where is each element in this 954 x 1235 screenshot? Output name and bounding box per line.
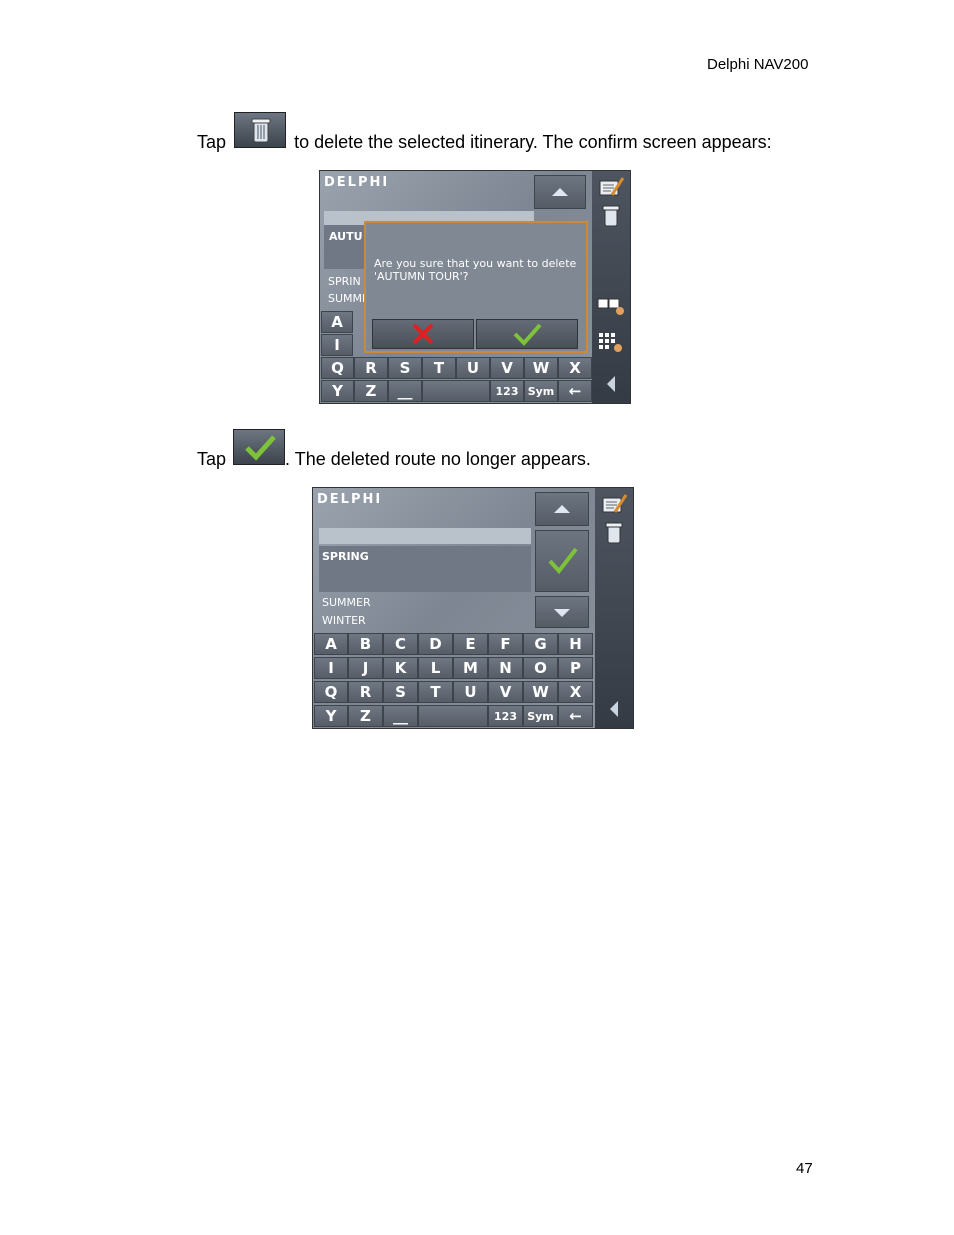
key[interactable]: G <box>523 633 558 655</box>
dialog-message: Are you sure that you want to delete 'AU… <box>374 257 577 283</box>
key[interactable]: D <box>418 633 453 655</box>
cross-icon <box>412 323 434 345</box>
list-selected-row[interactable]: SPRING <box>319 546 531 592</box>
list-item[interactable]: SUMMER <box>322 596 371 609</box>
numbers-key[interactable]: 123 <box>488 705 523 727</box>
trash-icon[interactable] <box>596 203 626 229</box>
running-header: Delphi NAV200 <box>707 56 809 73</box>
confirm-dialog: Are you sure that you want to delete 'AU… <box>364 221 588 353</box>
tap-label: Tap <box>197 132 227 152</box>
key[interactable]: V <box>488 681 523 703</box>
side-toolbar <box>592 171 630 403</box>
edit-icon[interactable] <box>596 175 626 201</box>
trash-icon <box>234 112 287 148</box>
instruction-delete: Tap to delete the selected itinerary. Th… <box>197 112 772 153</box>
key[interactable]: M <box>453 657 488 679</box>
delphi-logo: DELPHI <box>317 492 383 507</box>
key[interactable]: E <box>453 633 488 655</box>
instruction-confirm: Tap . The deleted route no longer appear… <box>197 429 591 470</box>
scroll-down-button[interactable] <box>535 596 589 628</box>
key[interactable]: Y <box>321 380 354 402</box>
key[interactable]: U <box>456 357 490 379</box>
key[interactable]: N <box>488 657 523 679</box>
backspace-key[interactable]: ← <box>558 380 592 402</box>
select-button[interactable] <box>535 530 589 592</box>
itinerary-list-screen: DELPHI SPRING SUMMER WINTER A B C D E F … <box>312 487 634 729</box>
blank-key[interactable] <box>418 705 488 727</box>
key[interactable]: T <box>418 681 453 703</box>
list-item[interactable]: SPRIN <box>328 275 361 288</box>
key[interactable]: R <box>348 681 383 703</box>
key[interactable]: K <box>383 657 418 679</box>
key[interactable]: W <box>523 681 558 703</box>
symbols-key[interactable]: Sym <box>524 380 558 402</box>
key[interactable]: Y <box>314 705 348 727</box>
key[interactable]: J <box>348 657 383 679</box>
list-selected-row[interactable]: AUTU <box>324 225 368 269</box>
instruction-text: . The deleted route no longer appears. <box>285 449 591 469</box>
grid-keypad-icon[interactable] <box>596 329 626 355</box>
checkmark-icon <box>513 323 542 346</box>
scroll-up-button[interactable] <box>534 175 586 209</box>
key[interactable]: U <box>453 681 488 703</box>
space-key[interactable]: __ <box>383 705 418 727</box>
arrow-down-icon <box>554 609 570 617</box>
key[interactable]: A <box>314 633 348 655</box>
arrow-up-icon <box>552 188 568 196</box>
key[interactable]: I <box>314 657 348 679</box>
checkmark-icon <box>233 429 286 465</box>
numbers-key[interactable]: 123 <box>490 380 524 402</box>
key[interactable]: Q <box>321 357 354 379</box>
backspace-key[interactable]: ← <box>558 705 593 727</box>
confirm-button[interactable] <box>476 319 578 349</box>
key[interactable]: W <box>524 357 558 379</box>
edit-icon[interactable] <box>599 492 629 518</box>
key[interactable]: S <box>388 357 422 379</box>
key[interactable]: Z <box>348 705 383 727</box>
symbols-key[interactable]: Sym <box>523 705 558 727</box>
key[interactable]: L <box>418 657 453 679</box>
key[interactable]: S <box>383 681 418 703</box>
key[interactable]: R <box>354 357 388 379</box>
key[interactable]: Z <box>354 380 388 402</box>
key[interactable]: A <box>321 311 353 333</box>
arrow-up-icon <box>554 505 570 513</box>
confirm-screen: DELPHI AUTU SPRIN SUMME A I Q R S T U V … <box>319 170 631 404</box>
delphi-logo: DELPHI <box>324 175 390 190</box>
key[interactable]: P <box>558 657 593 679</box>
key[interactable]: O <box>523 657 558 679</box>
list-item[interactable]: SUMME <box>328 292 369 305</box>
key[interactable]: V <box>490 357 524 379</box>
key[interactable]: X <box>558 681 593 703</box>
trash-icon[interactable] <box>599 520 629 546</box>
back-arrow-icon[interactable] <box>596 371 626 397</box>
tap-label: Tap <box>197 449 227 469</box>
key[interactable]: H <box>558 633 593 655</box>
space-key[interactable]: __ <box>388 380 422 402</box>
list-highlight <box>319 528 531 544</box>
key[interactable]: T <box>422 357 456 379</box>
keyboard-layout-icon[interactable] <box>596 293 626 319</box>
page-number: 47 <box>796 1160 813 1177</box>
key[interactable]: Q <box>314 681 348 703</box>
key[interactable]: F <box>488 633 523 655</box>
instruction-text: to delete the selected itinerary. The co… <box>294 132 772 152</box>
back-arrow-icon[interactable] <box>599 696 629 722</box>
key[interactable]: C <box>383 633 418 655</box>
blank-key[interactable] <box>422 380 490 402</box>
list-item[interactable]: WINTER <box>322 614 366 627</box>
checkmark-icon <box>548 547 578 575</box>
key[interactable]: B <box>348 633 383 655</box>
side-toolbar <box>595 488 633 728</box>
key[interactable]: I <box>321 334 353 356</box>
key[interactable]: X <box>558 357 592 379</box>
cancel-button[interactable] <box>372 319 474 349</box>
scroll-up-button[interactable] <box>535 492 589 526</box>
